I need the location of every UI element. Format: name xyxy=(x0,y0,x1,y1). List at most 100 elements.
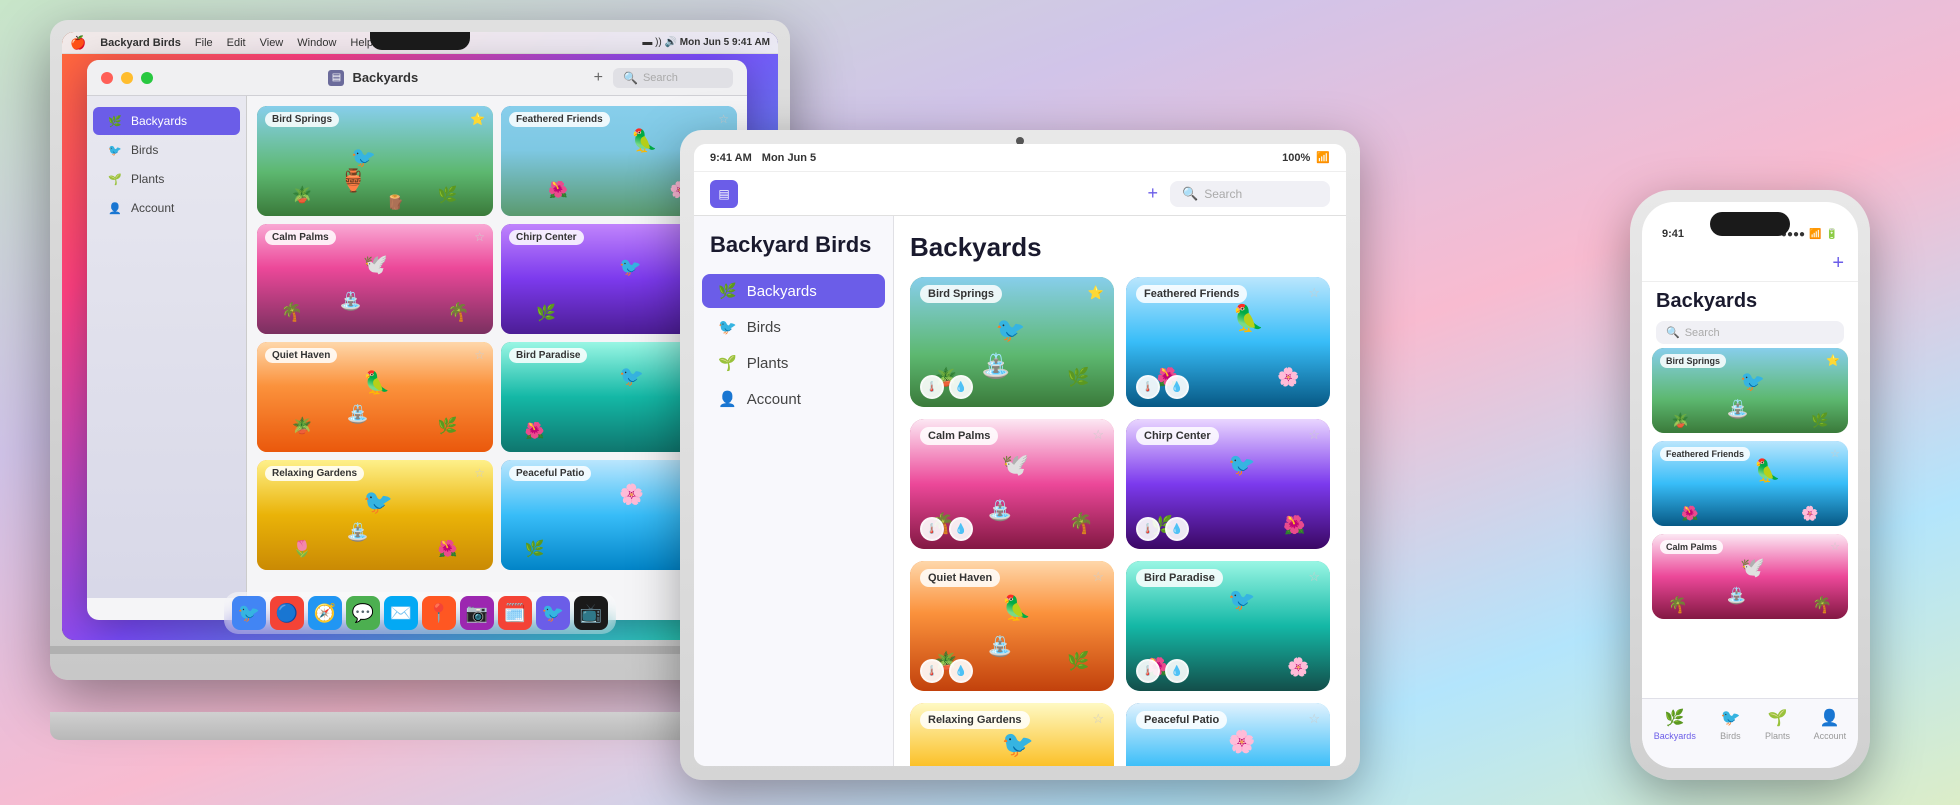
dock-backyard-birds[interactable]: 🐦 xyxy=(536,596,570,630)
mac-sidebar-label-plants: Plants xyxy=(131,172,164,186)
ipad-card-calm-palms[interactable]: 🕊️ 🌴 🌴 ⛲ 🌡️ 💧 Calm Palms ☆ xyxy=(910,419,1114,549)
mac-add-button[interactable]: + xyxy=(594,69,603,87)
mac-close-button[interactable] xyxy=(101,72,113,84)
ipad-card-star-bird-paradise[interactable]: ☆ xyxy=(1308,569,1320,585)
account-icon: 👤 xyxy=(107,200,123,216)
mac-card-star-bird-springs[interactable]: ⭐ xyxy=(470,112,485,126)
ipad-card-peaceful-patio[interactable]: 🌸 🌿 🌺 Peaceful Patio ☆ xyxy=(1126,703,1330,766)
ipad-sidebar-account[interactable]: 👤 Account xyxy=(702,382,885,416)
ipad-add-button[interactable]: + xyxy=(1147,183,1158,204)
mac-card-calm-palms[interactable]: 🕊️ 🌴 🌴 ⛲ Calm Palms ☆ xyxy=(257,224,493,334)
ipad-device: 9:41 AM Mon Jun 5 100% 📶 ▤ + 🔍 Search xyxy=(680,130,1360,780)
mac-menu-edit[interactable]: Edit xyxy=(227,37,246,49)
ipad-card-label-calm-palms: Calm Palms xyxy=(920,427,998,445)
plants-icon: 🌱 xyxy=(107,171,123,187)
ipad-status-right: 100% 📶 xyxy=(1282,151,1330,164)
ipad-sidebar-backyards[interactable]: 🌿 Backyards xyxy=(702,274,885,308)
ipad-sidebar-toggle[interactable]: ▤ xyxy=(710,180,738,208)
mac-card-star-calm-palms[interactable]: ☆ xyxy=(474,230,485,244)
ipad-card-star-feathered-friends[interactable]: ☆ xyxy=(1308,285,1320,301)
iphone-search-bar[interactable]: 🔍 Search xyxy=(1656,321,1844,344)
iphone-item-star-feathered-friends[interactable]: ☆ xyxy=(1830,447,1840,460)
dock-calendar[interactable]: 🗓️ xyxy=(498,596,532,630)
iphone-add-button[interactable]: + xyxy=(1832,252,1844,275)
iphone-page-title: Backyards xyxy=(1642,282,1858,317)
iphone-time: 9:41 xyxy=(1662,228,1684,240)
dock-appletv[interactable]: 📺 xyxy=(574,596,608,630)
ipad-sidebar-label-account: Account xyxy=(747,391,801,408)
mac-sidebar-birds[interactable]: 🐦 Birds xyxy=(93,136,240,164)
iphone-card-calm-palms[interactable]: 🕊️ 🌴 🌴 ⛲ Calm Palms ☆ xyxy=(1652,534,1848,619)
mac-sidebar-account[interactable]: 👤 Account xyxy=(93,194,240,222)
mac-card-label-calm-palms: Calm Palms xyxy=(265,230,336,245)
ipad-card-star-chirp-center[interactable]: ☆ xyxy=(1308,427,1320,443)
mac-card-relaxing-gardens[interactable]: 🐦 🌷 🌺 ⛲ Relaxing Gardens ☆ xyxy=(257,460,493,570)
ipad-badge-1: 🌡️ xyxy=(920,375,944,399)
ipad-card-star-peaceful-patio[interactable]: ☆ xyxy=(1308,711,1320,727)
ipad-wifi-icon: 📶 xyxy=(1316,151,1330,164)
ipad-badge-9: 🌡️ xyxy=(920,659,944,683)
dock-photos[interactable]: 📷 xyxy=(460,596,494,630)
dock-maps[interactable]: 📍 xyxy=(422,596,456,630)
mac-card-star-feathered-friends[interactable]: ☆ xyxy=(718,112,729,126)
ipad-card-star-calm-palms[interactable]: ☆ xyxy=(1092,427,1104,443)
mac-search-placeholder: Search xyxy=(643,72,678,84)
iphone-tab-account[interactable]: 👤 Account xyxy=(1814,707,1847,741)
macbook-notch xyxy=(370,32,470,50)
ipad-card-bird-paradise[interactable]: 🐦 🌺 🌸 🌡️ 💧 Bird Paradise ☆ xyxy=(1126,561,1330,691)
ipad-sidebar-label-backyards: Backyards xyxy=(747,283,817,300)
ipad-search-placeholder: Search xyxy=(1204,187,1242,201)
iphone-card-bird-springs[interactable]: 🐦 🪴 🌿 ⛲ Bird Springs ⭐ xyxy=(1652,348,1848,433)
ipad-sidebar-plants[interactable]: 🌱 Plants xyxy=(702,346,885,380)
iphone-device: 9:41 ●●●● 📶 🔋 + Backyards 🔍 Search xyxy=(1630,190,1870,780)
mac-minimize-button[interactable] xyxy=(121,72,133,84)
mac-card-label-quiet-haven: Quiet Haven xyxy=(265,348,337,363)
mac-card-label-bird-springs: Bird Springs xyxy=(265,112,339,127)
ipad-card-chirp-center[interactable]: 🐦 🌿 🌺 🌡️ 💧 Chirp Center ☆ xyxy=(1126,419,1330,549)
iphone-dynamic-island xyxy=(1710,212,1790,236)
mac-card-bird-springs[interactable]: 🐦 🪴 🌿 🏺 🪵 Bird Springs ⭐ xyxy=(257,106,493,216)
mac-app-icon: ▤ xyxy=(328,70,344,86)
dock-mail[interactable]: ✉️ xyxy=(384,596,418,630)
dock-messages[interactable]: 💬 xyxy=(346,596,380,630)
dock-safari[interactable]: 🧭 xyxy=(308,596,342,630)
iphone-tab-birds[interactable]: 🐦 Birds xyxy=(1719,707,1741,741)
dock-finder[interactable]: 🐦 xyxy=(232,596,266,630)
ipad-sidebar: Backyard Birds 🌿 Backyards 🐦 Birds 🌱 Pla… xyxy=(694,216,894,766)
iphone-tab-birds-icon: 🐦 xyxy=(1719,707,1741,729)
mac-sidebar-backyards[interactable]: 🌿 Backyards xyxy=(93,107,240,135)
iphone-tab-backyards[interactable]: 🌿 Backyards xyxy=(1654,707,1696,741)
ipad-card-quiet-haven[interactable]: 🦜 🪴 🌿 ⛲ 🌡️ 💧 Quiet Haven ☆ xyxy=(910,561,1114,691)
ipad-card-star-quiet-haven[interactable]: ☆ xyxy=(1092,569,1104,585)
ipad-card-feathered-friends[interactable]: 🦜 🌺 🌸 🌡️ 💧 Feathered Friends ☆ xyxy=(1126,277,1330,407)
mac-menu-window[interactable]: Window xyxy=(297,37,336,49)
ipad-card-bird-springs[interactable]: 🐦 🪴 🌿 ⛲ 🌡️ 💧 Bird Springs ⭐ xyxy=(910,277,1114,407)
dock-launchpad[interactable]: 🔵 xyxy=(270,596,304,630)
mac-maximize-button[interactable] xyxy=(141,72,153,84)
mac-card-star-quiet-haven[interactable]: ☆ xyxy=(474,348,485,362)
birds-icon: 🐦 xyxy=(107,142,123,158)
mac-menu-view[interactable]: View xyxy=(260,37,284,49)
ipad-card-relaxing-gardens[interactable]: 🐦 🌷 🌺 ⛲ Relaxing Gardens ☆ xyxy=(910,703,1114,766)
mac-menu-file[interactable]: File xyxy=(195,37,213,49)
ipad-card-star-bird-springs[interactable]: ⭐ xyxy=(1088,285,1104,301)
ipad-sidebar-birds[interactable]: 🐦 Birds xyxy=(702,310,885,344)
iphone-tab-plants[interactable]: 🌱 Plants xyxy=(1765,707,1790,741)
ipad-birds-icon: 🐦 xyxy=(718,318,737,336)
iphone-search-placeholder: Search xyxy=(1685,327,1720,339)
ipad-card-label-feathered-friends: Feathered Friends xyxy=(1136,285,1247,303)
ipad-date: Mon Jun 5 xyxy=(762,152,816,164)
mac-menu-appname[interactable]: Backyard Birds xyxy=(100,37,181,49)
mac-sidebar-label-birds: Birds xyxy=(131,143,158,157)
mac-card-star-relaxing-gardens[interactable]: ☆ xyxy=(474,466,485,480)
iphone-tab-account-label: Account xyxy=(1814,731,1847,741)
mac-sidebar-plants[interactable]: 🌱 Plants xyxy=(93,165,240,193)
mac-card-quiet-haven[interactable]: 🦜 🪴 🌿 ⛲ Quiet Haven ☆ xyxy=(257,342,493,452)
iphone-item-star-bird-springs[interactable]: ⭐ xyxy=(1826,354,1840,367)
iphone-item-star-calm-palms[interactable]: ☆ xyxy=(1830,540,1840,553)
iphone-card-feathered-friends[interactable]: 🦜 🌺 🌸 Feathered Friends ☆ xyxy=(1652,441,1848,526)
ipad-search-bar[interactable]: 🔍 Search xyxy=(1170,181,1330,207)
mac-search-bar[interactable]: 🔍 Search xyxy=(613,68,733,88)
mac-sidebar: 🌿 Backyards 🐦 Birds 🌱 Plants xyxy=(87,96,247,598)
ipad-card-star-relaxing-gardens[interactable]: ☆ xyxy=(1092,711,1104,727)
